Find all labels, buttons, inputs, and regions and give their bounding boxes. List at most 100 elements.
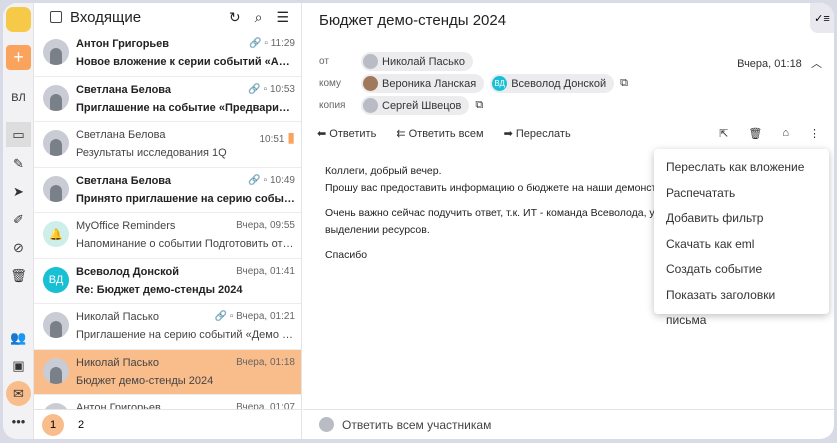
- time-text: Вчера, 01:18: [236, 356, 295, 368]
- copy-icon[interactable]: ⧉: [620, 77, 628, 90]
- sender: Светлана Белова: [76, 83, 172, 96]
- collapse-icon[interactable]: ︿: [805, 58, 822, 70]
- menu-item-download-eml[interactable]: Скачать как eml: [654, 232, 829, 258]
- cc-name: Сергей Швецов: [382, 99, 462, 112]
- cc-label: копия: [319, 100, 346, 111]
- spam-icon[interactable]: ⊘: [6, 235, 31, 260]
- avatar: 🔔: [43, 221, 69, 247]
- sender: Николай Пасько: [76, 356, 159, 369]
- inbox-icon[interactable]: ▭: [6, 122, 31, 147]
- time: Вчера, 09:55: [236, 220, 295, 231]
- reply-label: Ответить: [329, 128, 377, 140]
- drafts-icon[interactable]: ✎: [6, 151, 31, 176]
- message-date: Вчера, 01:18: [737, 58, 802, 70]
- avatar: ВД: [492, 76, 508, 91]
- more-vertical-icon[interactable]: ⋮: [809, 127, 820, 140]
- avatar: ВД: [43, 266, 69, 293]
- forward-button[interactable]: ➡ Переслать: [504, 127, 571, 140]
- attachment-icon: 🔗 ▫: [249, 38, 271, 49]
- sent-icon[interactable]: ➤: [6, 179, 31, 204]
- time: Вчера, 01:18: [236, 357, 295, 368]
- list-item[interactable]: Светлана Белова 10:51 ▮ Результаты иссле…: [34, 122, 301, 168]
- attachment-icon: 🔗 ▫: [248, 174, 270, 186]
- menu-item-forward-as-attachment[interactable]: Переслать как вложение: [654, 155, 829, 181]
- sender: Светлана Белова: [76, 174, 172, 187]
- list-item[interactable]: ВД Всеволод Донской Вчера, 01:41 Re: Бюд…: [34, 259, 301, 304]
- sender: Николай Пасько: [76, 311, 159, 323]
- edit-icon[interactable]: ✐: [6, 207, 31, 232]
- body-line: Очень важно сейчас подучить ответ, т.к. …: [325, 207, 668, 219]
- calendar-icon[interactable]: ▣: [6, 353, 31, 378]
- quick-reply[interactable]: Ответить всем участникам: [303, 409, 834, 439]
- flag-icon[interactable]: ▮: [287, 129, 295, 145]
- avatar: [363, 54, 378, 69]
- body-line: Коллеги, добрый вечер.: [325, 165, 442, 177]
- contacts-icon[interactable]: 👥: [6, 325, 31, 350]
- sender: Светлана Белова: [76, 129, 166, 141]
- subject: Новое вложение к серии событий «Аналити.…: [76, 56, 295, 68]
- cc-chip[interactable]: Сергей Швецов: [361, 96, 470, 115]
- list-item[interactable]: Светлана Белова 🔗 ▫ 10:49 Принято пригла…: [34, 168, 301, 213]
- recipient-name: Вероника Ланская: [382, 77, 477, 90]
- reply-button[interactable]: ⬅ Ответить: [317, 127, 376, 140]
- reply-all-label: Ответить всем: [408, 128, 484, 140]
- subject: Результаты исследования 1Q: [76, 147, 227, 159]
- list-item[interactable]: Светлана Белова 🔗 ▫ 10:53 Приглашение на…: [34, 77, 301, 122]
- menu-item-create-event[interactable]: Создать событие: [654, 257, 829, 283]
- page-1[interactable]: 1: [42, 413, 64, 436]
- recipient-chip[interactable]: Вероника Ланская: [361, 74, 485, 93]
- avatar: [43, 84, 69, 111]
- time-text: 10:49: [269, 174, 295, 186]
- sender: MyOffice Reminders: [76, 220, 176, 232]
- trash-icon[interactable]: 🗑: [6, 263, 31, 288]
- filter-icon[interactable]: ☰: [276, 9, 289, 26]
- open-external-icon[interactable]: ⇱: [719, 127, 728, 140]
- sender-chip[interactable]: Николай Пасько: [361, 52, 473, 71]
- subject: Напоминание о событии Подготовить отчет.…: [76, 238, 295, 250]
- compose-button[interactable]: +: [6, 45, 31, 70]
- time-text: Вчера, 01:21: [236, 311, 295, 322]
- time: 10:51 ▮: [259, 129, 295, 146]
- recipient-name: Всеволод Донской: [511, 77, 607, 90]
- menu-item-print[interactable]: Распечатать: [654, 181, 829, 207]
- time: 🔗 ▫ 10:49: [248, 175, 295, 186]
- mail-icon[interactable]: ✉: [6, 381, 31, 406]
- folder-title: Входящие: [70, 8, 142, 26]
- subject: Приглашение на событие «Предварительно..…: [76, 101, 295, 114]
- avatar: [319, 417, 334, 432]
- more-menu: Переслать как вложение Распечатать Добав…: [654, 149, 829, 328]
- message-body: Коллеги, добрый вечер. Прошу вас предост…: [325, 163, 674, 264]
- list-item[interactable]: Николай Пасько 🔗 ▫ Вчера, 01:21 Приглаше…: [34, 304, 301, 350]
- attachment-icon: 🔗 ▫: [248, 83, 270, 95]
- body-line: выделении ресурсов.: [325, 224, 430, 236]
- page-2[interactable]: 2: [78, 419, 84, 431]
- time-text: 10:53: [269, 83, 295, 95]
- search-icon[interactable]: ⌕: [255, 9, 263, 26]
- avatar-initials: ВД: [48, 273, 64, 286]
- more-icon[interactable]: •••: [6, 409, 31, 434]
- recipient-chip[interactable]: ВД Всеволод Донской: [490, 74, 615, 93]
- user-initials[interactable]: ВЛ: [6, 85, 31, 110]
- subject: Бюджет демо-стенды 2024: [76, 374, 214, 387]
- to-label: кому: [319, 78, 342, 89]
- delete-icon[interactable]: 🗑: [748, 127, 762, 140]
- refresh-icon[interactable]: ↻: [229, 9, 241, 26]
- time: Вчера, 01:41: [236, 266, 295, 277]
- app-logo: [6, 7, 31, 32]
- select-all-checkbox[interactable]: [50, 11, 62, 23]
- copy-icon[interactable]: ⧉: [475, 99, 483, 112]
- list-item[interactable]: 🔔 MyOffice Reminders Вчера, 09:55 Напоми…: [34, 213, 301, 259]
- time: 🔗 ▫ 11:29: [249, 38, 295, 49]
- message-subject: Бюджет демо-стенды 2024: [319, 12, 507, 29]
- tag-icon[interactable]: ⌂: [782, 127, 789, 140]
- tasks-icon[interactable]: ✓≡: [810, 3, 834, 33]
- list-item[interactable]: Антон Григорьев 🔗 ▫ 11:29 Новое вложение…: [34, 31, 301, 77]
- list-item[interactable]: Николай Пасько Вчера, 01:18 Бюджет демо-…: [34, 349, 301, 395]
- avatar: [43, 175, 69, 202]
- reply-all-button[interactable]: ⇇ Ответить всем: [396, 127, 483, 140]
- message-list: Входящие ↻ ⌕ ☰ Антон Григорьев 🔗 ▫ 11:29 Н…: [34, 3, 302, 439]
- menu-item-add-filter[interactable]: Добавить фильтр: [654, 206, 829, 232]
- menu-item-show-headers[interactable]: Показать заголовки письма: [654, 283, 829, 328]
- forward-label: Переслать: [515, 128, 571, 140]
- avatar: [363, 98, 378, 113]
